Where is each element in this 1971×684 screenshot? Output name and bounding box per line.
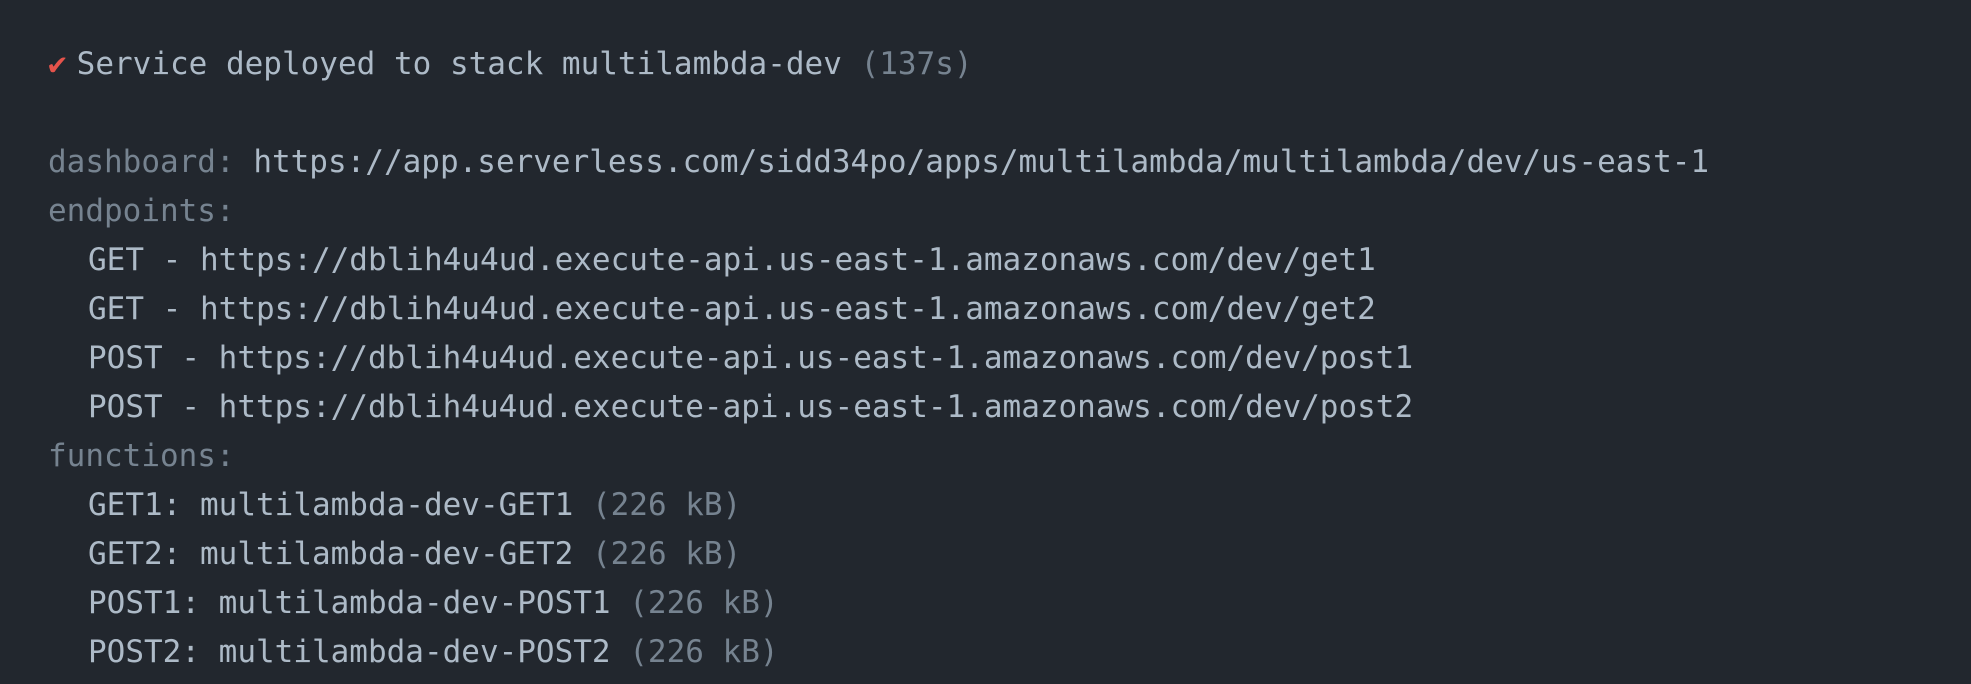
function-key: GET1: <box>88 487 182 523</box>
function-size: (226 kB) <box>591 536 742 572</box>
endpoints-label: endpoints: <box>48 193 235 229</box>
deploy-message: Service deployed to stack multilambda-de… <box>76 46 842 82</box>
dashboard-label: dashboard: <box>48 144 235 180</box>
endpoint-url[interactable]: https://dblih4u4ud.execute-api.us-east-1… <box>200 242 1376 278</box>
endpoint-method: GET <box>88 291 144 327</box>
function-size: (226 kB) <box>629 634 779 670</box>
dashboard-line: dashboard: https://app.serverless.com/si… <box>48 138 1923 187</box>
deploy-duration: (137s) <box>860 46 973 82</box>
endpoint-row: POST - https://dblih4u4ud.execute-api.us… <box>88 340 1414 376</box>
deploy-status-line: ✔ Service deployed to stack multilambda-d… <box>48 40 1923 89</box>
endpoint-url[interactable]: https://dblih4u4ud.execute-api.us-east-1… <box>219 340 1413 376</box>
endpoint-method: POST <box>88 340 163 376</box>
endpoint-method: GET <box>88 242 144 278</box>
function-row: GET2: multilambda-dev-GET2 (226 kB) <box>48 530 1923 579</box>
function-name: multilambda-dev-GET2 <box>200 536 574 572</box>
endpoint-url[interactable]: https://dblih4u4ud.execute-api.us-east-1… <box>200 291 1376 327</box>
endpoint-url[interactable]: https://dblih4u4ud.execute-api.us-east-1… <box>219 389 1413 425</box>
function-row: POST2: multilambda-dev-POST2 (226 kB) <box>48 628 1923 677</box>
function-name: multilambda-dev-POST2 <box>218 634 611 670</box>
check-icon: ✔ <box>48 46 67 82</box>
endpoint-row: GET - https://dblih4u4ud.execute-api.us-… <box>88 242 1376 278</box>
dashboard-url[interactable]: https://app.serverless.com/sidd34po/apps… <box>253 144 1709 180</box>
function-key: POST1: <box>88 585 200 621</box>
function-key: GET2: <box>88 536 182 572</box>
function-key: POST2: <box>88 634 200 670</box>
endpoint-row: POST - https://dblih4u4ud.execute-api.us… <box>88 389 1414 425</box>
endpoint-method: POST <box>88 389 163 425</box>
terminal-output: ✔ Service deployed to stack multilambda-d… <box>0 0 1971 684</box>
function-row: POST1: multilambda-dev-POST1 (226 kB) <box>48 579 1923 628</box>
function-size: (226 kB) <box>591 487 742 523</box>
function-row: GET1: multilambda-dev-GET1 (226 kB) <box>48 481 1923 530</box>
endpoint-row: GET - https://dblih4u4ud.execute-api.us-… <box>88 291 1376 327</box>
function-size: (226 kB) <box>629 585 779 621</box>
function-name: multilambda-dev-GET1 <box>200 487 574 523</box>
functions-label: functions: <box>48 438 235 474</box>
function-name: multilambda-dev-POST1 <box>218 585 611 621</box>
